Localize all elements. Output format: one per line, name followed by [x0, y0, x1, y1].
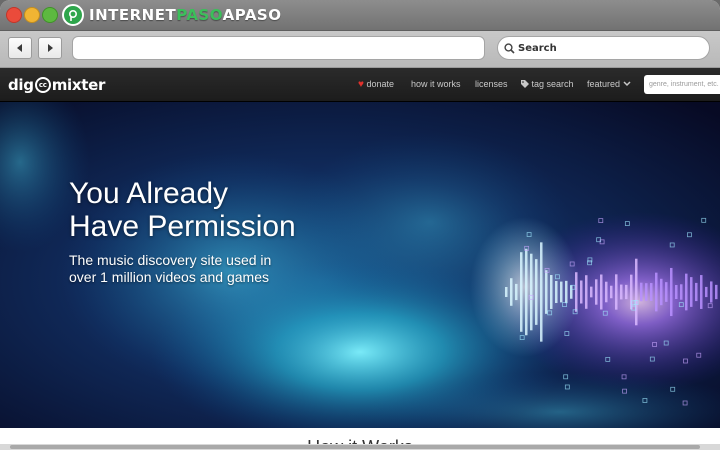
site-header: dig cc mixter ♥ donate how it works licens…	[0, 68, 720, 102]
forward-button[interactable]	[38, 37, 62, 59]
forward-arrow-icon	[48, 44, 53, 52]
browser-window: INTERNETPASOAPASO Search dig cc mixter ♥ d…	[0, 0, 720, 450]
zoom-window-button[interactable]	[42, 7, 58, 23]
back-arrow-icon	[17, 44, 22, 52]
heart-icon: ♥	[358, 79, 364, 90]
nav-tag-search-link[interactable]: tag search	[521, 79, 574, 89]
title-bar: INTERNETPASOAPASO	[0, 0, 720, 31]
digccmixter-logo[interactable]: dig cc mixter	[8, 75, 105, 95]
browser-search-field[interactable]: Search	[497, 36, 710, 60]
brand-logo-icon	[62, 4, 84, 26]
minimize-window-button[interactable]	[24, 7, 40, 23]
hero-banner: You Already Have Permission The music di…	[0, 102, 720, 428]
scrollbar-thumb[interactable]	[10, 445, 700, 449]
cc-logo-icon: cc	[34, 77, 51, 93]
watermark-brand: INTERNETPASOAPASO	[62, 3, 281, 27]
chevron-down-icon	[623, 81, 631, 87]
search-icon	[504, 42, 515, 54]
brand-name: INTERNETPASOAPASO	[89, 6, 282, 24]
hero-title: You Already Have Permission	[69, 177, 296, 243]
horizontal-scrollbar[interactable]	[0, 444, 720, 450]
back-button[interactable]	[8, 37, 32, 59]
hero-subtitle: The music discovery site used in over 1 …	[69, 252, 272, 285]
nav-featured-dropdown[interactable]: featured	[587, 79, 631, 89]
address-bar[interactable]	[72, 36, 485, 60]
search-label: Search	[518, 42, 557, 54]
browser-toolbar: Search	[0, 31, 720, 68]
nav-how-it-works-link[interactable]: how it works	[411, 79, 461, 89]
nav-donate-link[interactable]: ♥ donate	[358, 79, 394, 90]
nav-licenses-link[interactable]: licenses	[475, 79, 508, 89]
tag-icon	[521, 80, 529, 88]
close-window-button[interactable]	[6, 7, 22, 23]
site-search-input[interactable]: genre, instrument, etc.	[644, 75, 720, 94]
